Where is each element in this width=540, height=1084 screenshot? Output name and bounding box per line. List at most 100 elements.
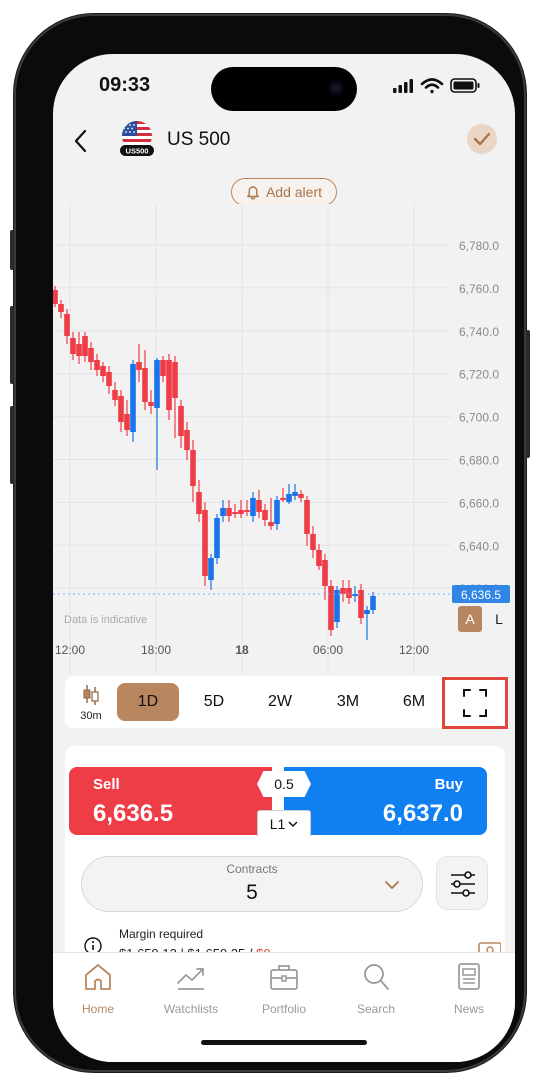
status-time: 09:33 (99, 74, 151, 96)
x-tick-label: 18 (235, 643, 249, 657)
tf-5d[interactable]: 5D (183, 683, 245, 721)
candle-body (250, 498, 256, 516)
candle-body (298, 494, 304, 498)
margin-label: Margin required (119, 927, 204, 941)
y-tick-label: 6,740.0 (459, 325, 499, 339)
tab-home[interactable]: Home (58, 961, 138, 1019)
back-chevron-icon[interactable] (71, 126, 91, 156)
buy-button[interactable]: Buy 6,637.0 (284, 767, 487, 835)
volume-up-button (10, 306, 14, 384)
candle-body (112, 390, 118, 400)
fullscreen-icon (463, 689, 487, 717)
tf-1d[interactable]: 1D (117, 683, 179, 721)
candle-body (154, 360, 160, 408)
tab-portfolio-label: Portfolio (261, 1002, 307, 1016)
candle-body (334, 590, 340, 622)
tab-news[interactable]: News (429, 961, 509, 1019)
candle-body (124, 414, 130, 430)
dynamic-island (211, 67, 357, 111)
tab-watchlists[interactable]: Watchlists (151, 961, 231, 1019)
status-icons (393, 78, 480, 94)
buy-price: 6,637.0 (382, 800, 463, 827)
candle-body (178, 406, 184, 436)
candle-body (226, 508, 232, 516)
candle-body (310, 534, 316, 550)
candle-body (346, 588, 352, 598)
chart-background (53, 204, 515, 674)
instrument-header: US500 US 500 (53, 116, 515, 166)
chevron-down-icon (288, 821, 298, 828)
x-tick-label: 18:00 (141, 643, 171, 657)
contracts-label: Contracts (226, 862, 278, 876)
candle-body (100, 366, 106, 376)
candle-body (70, 338, 76, 354)
candle-body (94, 360, 100, 370)
candle-body (130, 364, 136, 432)
y-tick-label: 6,720.0 (459, 368, 499, 382)
y-tick-label: 6,700.0 (459, 411, 499, 425)
candle-body (364, 610, 370, 614)
level-selector[interactable]: L1 (257, 810, 311, 837)
contracts-value: 5 (246, 881, 258, 904)
tf-3m[interactable]: 3M (317, 683, 379, 721)
y-tick-label: 6,660.0 (459, 496, 499, 510)
tab-news-label: News (453, 1002, 484, 1016)
power-button (526, 330, 530, 458)
candle-body (370, 596, 376, 610)
tab-portfolio[interactable]: Portfolio (244, 961, 324, 1019)
bottom-tab-bar: Home Watchlists Portfolio Search News (53, 952, 515, 1062)
interval-selector[interactable]: 30m (73, 682, 109, 724)
chart-mode-l-button[interactable]: L (491, 606, 507, 632)
tab-search-label: Search (356, 1002, 396, 1016)
signal-icon (393, 79, 413, 93)
home-icon (85, 964, 111, 990)
tf-6m[interactable]: 6M (383, 683, 445, 721)
buy-label: Buy (434, 776, 463, 793)
y-tick-label: 6,760.0 (459, 282, 499, 296)
spread-value: 0.5 (257, 771, 311, 797)
y-tick-label: 6,640.0 (459, 539, 499, 553)
briefcase-icon (270, 965, 298, 990)
candle-body (190, 450, 196, 486)
y-tick-label: 6,780.0 (459, 239, 499, 253)
home-indicator (201, 1040, 367, 1045)
candle-body (220, 508, 226, 516)
tab-search[interactable]: Search (336, 961, 416, 1019)
add-alert-button[interactable]: Add alert (231, 178, 337, 206)
candle-body (58, 304, 64, 312)
chevron-down-icon (385, 881, 399, 890)
candle-body (118, 396, 124, 422)
candle-body (82, 336, 88, 356)
x-tick-label: 12:00 (399, 643, 429, 657)
price-chart[interactable]: 6,780.0 6,760.0 6,740.0 6,720.0 6,700.0 6,680… (53, 204, 515, 674)
order-settings-button[interactable] (436, 856, 488, 910)
sell-button[interactable]: Sell 6,636.5 (69, 767, 272, 835)
chart-mode-a-button[interactable]: A (458, 606, 482, 632)
phone-frame: 09:33 US500 US 500 Add alert 6,780.0 6,7… (10, 14, 530, 1072)
tf-2w[interactable]: 2W (249, 683, 311, 721)
candle-body (208, 558, 214, 580)
candle-body (160, 360, 166, 376)
candle-body (53, 290, 58, 304)
fullscreen-button[interactable] (442, 677, 508, 729)
instrument-title: US 500 (167, 129, 231, 150)
candle-body (106, 372, 112, 386)
sliders-icon (451, 871, 475, 897)
contracts-selector[interactable]: Contracts 5 (81, 856, 423, 912)
candle-body (322, 560, 328, 586)
candle-body (172, 362, 178, 398)
candle-body (274, 500, 280, 524)
bell-icon (247, 185, 259, 199)
timeframe-bar: 30m 1D 5D 2W 3M 6M (65, 676, 505, 728)
search-icon (364, 964, 389, 990)
screen: 09:33 US500 US 500 Add alert 6,780.0 6,7… (53, 54, 515, 1062)
tab-watchlists-label: Watchlists (163, 1002, 219, 1016)
candle-body (196, 492, 202, 514)
x-tick-label: 12:00 (55, 643, 85, 657)
candle-body (202, 510, 208, 576)
candlestick-icon (83, 685, 99, 705)
candle-body (184, 430, 190, 450)
disclaimer-text: Data is indicative (64, 614, 148, 626)
candle-body (64, 314, 70, 336)
checkmark-button[interactable] (467, 124, 497, 154)
